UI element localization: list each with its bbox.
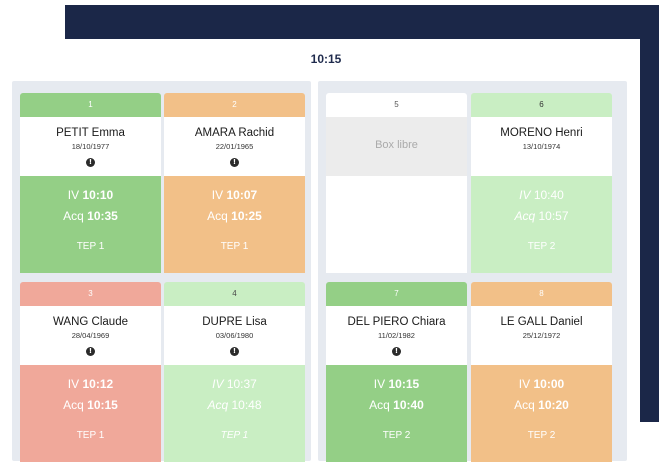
acq-time: 10:40 <box>393 398 424 412</box>
patient-dob: 13/10/1974 <box>522 142 561 151</box>
box-number: 5 <box>326 93 467 117</box>
box-6[interactable]: 6 MORENO Henri 13/10/1974 IV 10:40 Acq 1… <box>471 93 612 273</box>
acq-label: Acq <box>369 398 390 412</box>
info-icon[interactable]: ! <box>86 158 95 167</box>
box-number: 8 <box>471 282 612 306</box>
box-5[interactable]: 5 Box libre <box>326 93 467 273</box>
patient-card[interactable]: MORENO Henri 13/10/1974 <box>471 117 612 176</box>
box-schedule: IV 10:10 Acq 10:35 TEP 1 <box>20 176 161 273</box>
acq-time: 10:57 <box>538 209 569 223</box>
background-banner-side <box>640 39 659 422</box>
box-schedule: IV 10:07 Acq 10:25 TEP 1 <box>164 176 305 273</box>
iv-time: 10:37 <box>226 377 257 391</box>
patient-name: DUPRE Lisa <box>202 316 267 328</box>
acq-label: Acq <box>514 209 536 223</box>
acq-time: 10:48 <box>231 398 262 412</box>
patient-card[interactable]: DUPRE Lisa 03/06/1980 ! <box>164 306 305 365</box>
iv-time: 10:00 <box>533 377 565 391</box>
iv-label: IV <box>67 377 80 391</box>
current-time: 10:15 <box>310 52 342 66</box>
box-number: 2 <box>164 93 305 117</box>
patient-dob: 28/04/1969 <box>71 331 110 340</box>
box-7[interactable]: 7 DEL PIERO Chiara 11/02/1982 ! IV 10:15… <box>326 282 467 462</box>
acq-label: Acq <box>514 398 535 412</box>
info-icon[interactable]: ! <box>392 347 401 356</box>
box-group-right: 5 Box libre 6 MORENO Henri 13/10/1974 IV… <box>318 81 627 462</box>
box-3[interactable]: 3 WANG Claude 28/04/1969 ! IV 10:12 Acq … <box>20 282 161 462</box>
acq-time: 10:15 <box>87 398 118 412</box>
patient-name: MORENO Henri <box>500 127 583 139</box>
iv-label: IV <box>67 188 80 202</box>
acq-label: Acq <box>63 209 84 223</box>
info-icon[interactable]: ! <box>230 347 239 356</box>
iv-time: 10:40 <box>533 188 564 202</box>
box-8[interactable]: 8 LE GALL Daniel 25/12/1972 IV 10:00 Acq… <box>471 282 612 462</box>
tep-label: TEP 1 <box>76 430 105 441</box>
tep-label: TEP 2 <box>527 241 556 252</box>
box-schedule: IV 10:00 Acq 10:20 TEP 2 <box>471 365 612 462</box>
tep-label: TEP 1 <box>220 241 249 252</box>
iv-time: 10:10 <box>82 188 114 202</box>
iv-label: IV <box>519 188 531 202</box>
patient-card[interactable]: LE GALL Daniel 25/12/1972 <box>471 306 612 365</box>
patient-dob: 22/01/1965 <box>215 142 254 151</box>
box-number: 3 <box>20 282 161 306</box>
background-banner <box>65 5 659 39</box>
info-icon[interactable]: ! <box>230 158 239 167</box>
iv-time: 10:15 <box>388 377 420 391</box>
acq-time: 10:20 <box>538 398 569 412</box>
patient-card[interactable]: DEL PIERO Chiara 11/02/1982 ! <box>326 306 467 365</box>
patient-dob: 18/10/1977 <box>71 142 110 151</box>
tep-label: TEP 2 <box>527 430 556 441</box>
tep-label: TEP 1 <box>220 430 249 441</box>
box-schedule: IV 10:37 Acq 10:48 TEP 1 <box>164 365 305 462</box>
patient-name: LE GALL Daniel <box>500 316 583 328</box>
patient-name: AMARA Rachid <box>194 127 275 139</box>
acq-label: Acq <box>207 209 228 223</box>
patient-card[interactable]: WANG Claude 28/04/1969 ! <box>20 306 161 365</box>
free-label: Box libre <box>375 139 418 151</box>
box-2[interactable]: 2 AMARA Rachid 22/01/1965 ! IV 10:07 Acq… <box>164 93 305 273</box>
patient-dob: 11/02/1982 <box>378 331 415 340</box>
iv-time: 10:12 <box>82 377 114 391</box>
free-slot[interactable]: Box libre <box>326 117 467 176</box>
acq-time: 10:25 <box>231 209 262 223</box>
iv-label: IV <box>212 377 224 391</box>
patient-name: WANG Claude <box>53 316 128 328</box>
box-number: 6 <box>471 93 612 117</box>
box-number: 4 <box>164 282 305 306</box>
box-schedule: IV 10:40 Acq 10:57 TEP 2 <box>471 176 612 273</box>
box-4[interactable]: 4 DUPRE Lisa 03/06/1980 ! IV 10:37 Acq 1… <box>164 282 305 462</box>
iv-label: IV <box>518 377 531 391</box>
patient-dob: 03/06/1980 <box>215 331 254 340</box>
acq-label: Acq <box>207 398 229 412</box>
box-number: 7 <box>326 282 467 306</box>
box-schedule <box>326 176 467 273</box>
box-1[interactable]: 1 PETIT Emma 18/10/1977 ! IV 10:10 Acq 1… <box>20 93 161 273</box>
patient-card[interactable]: PETIT Emma 18/10/1977 ! <box>20 117 161 176</box>
box-schedule: IV 10:12 Acq 10:15 TEP 1 <box>20 365 161 462</box>
box-number: 1 <box>20 93 161 117</box>
patient-card[interactable]: AMARA Rachid 22/01/1965 ! <box>164 117 305 176</box>
info-icon[interactable]: ! <box>86 347 95 356</box>
acq-label: Acq <box>63 398 84 412</box>
iv-time: 10:07 <box>226 188 258 202</box>
tep-label: TEP 2 <box>382 430 411 441</box>
patient-dob: 25/12/1972 <box>522 331 561 340</box>
iv-label: IV <box>373 377 386 391</box>
patient-name: PETIT Emma <box>56 127 125 139</box>
tep-label: TEP 1 <box>76 241 105 252</box>
iv-label: IV <box>211 188 224 202</box>
box-group-left: 1 PETIT Emma 18/10/1977 ! IV 10:10 Acq 1… <box>12 81 311 462</box>
box-schedule: IV 10:15 Acq 10:40 TEP 2 <box>326 365 467 462</box>
acq-time: 10:35 <box>87 209 118 223</box>
patient-name: DEL PIERO Chiara <box>347 316 446 328</box>
box-board: 10:15 1 PETIT Emma 18/10/1977 ! IV 10:10… <box>12 44 640 462</box>
